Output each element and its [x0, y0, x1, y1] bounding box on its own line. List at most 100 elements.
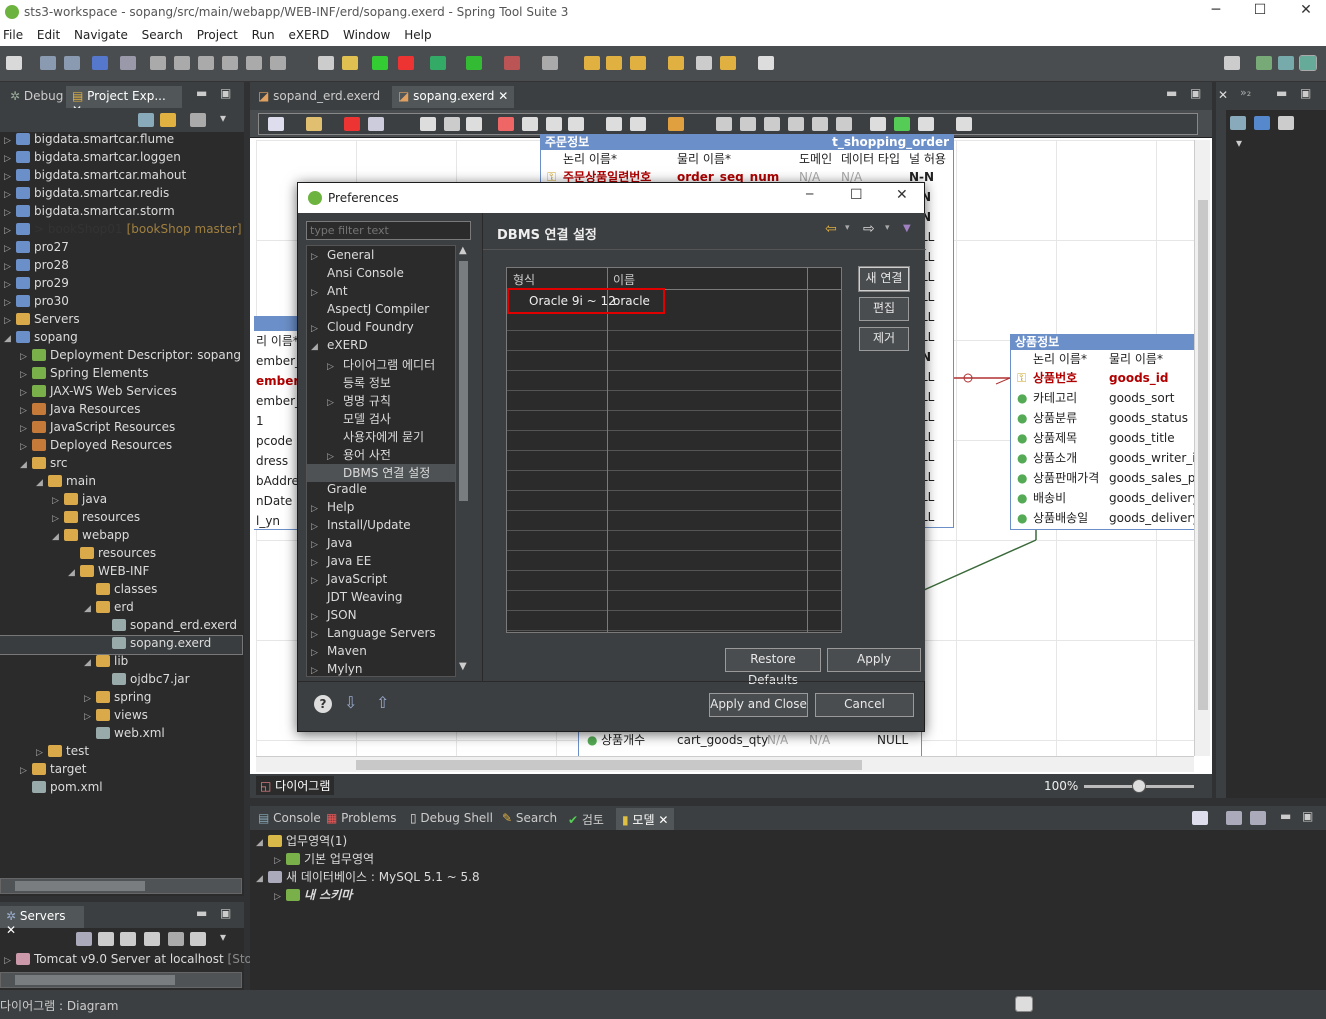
close-button[interactable]: ✕ — [1286, 2, 1326, 22]
editor-vscrollbar[interactable] — [1194, 140, 1210, 756]
print-icon[interactable] — [630, 117, 646, 131]
new-connection-button[interactable]: 새 연결 — [858, 266, 910, 292]
debug-server-icon[interactable] — [98, 932, 114, 946]
scroll-down-icon[interactable]: ▼ — [459, 661, 467, 672]
expand-icon[interactable]: ▷ — [274, 856, 286, 866]
expand-icon[interactable]: ▷ — [52, 496, 64, 506]
expand-icon[interactable]: ▷ — [4, 208, 16, 218]
minimize-button[interactable]: ─ — [1196, 2, 1236, 22]
tab-project-explorer[interactable]: ▤ Project Exp... ✕ — [66, 86, 182, 117]
expand-icon[interactable]: ▷ — [327, 362, 339, 372]
scroll-thumb[interactable] — [15, 881, 145, 891]
skip-breakpoints-icon[interactable] — [120, 56, 136, 70]
pref-tree-item[interactable]: 사용자에게 묻기 — [307, 428, 455, 446]
menu-edit[interactable]: Edit — [34, 26, 67, 42]
tree-item[interactable]: ▷ bigdata.smartcar.redis — [0, 186, 242, 204]
pref-tree-item[interactable]: AspectJ Compiler — [307, 302, 455, 320]
new-icon[interactable] — [6, 56, 22, 70]
expand-icon[interactable]: ▷ — [311, 252, 323, 262]
expand-icon[interactable]: ▷ — [311, 648, 323, 658]
spring-perspective-icon[interactable] — [1299, 55, 1317, 71]
validate-icon[interactable] — [894, 117, 910, 131]
tab-debug-shell[interactable]: ▯ Debug Shell — [404, 808, 499, 830]
align-right-icon[interactable] — [764, 117, 780, 131]
forward-icon[interactable] — [758, 56, 774, 70]
tree-item[interactable]: ▷ bigdata.smartcar.loggen — [0, 150, 242, 168]
expand-icon[interactable]: ▷ — [4, 172, 16, 182]
debug-view-icon[interactable] — [92, 56, 108, 70]
chevron-down-icon[interactable]: ▾ — [845, 223, 850, 233]
pref-tree-item[interactable]: ▷ Ant — [307, 284, 455, 302]
expand-icon[interactable]: ▷ — [20, 406, 32, 416]
settings-icon[interactable] — [956, 117, 972, 131]
menu-help[interactable]: Help — [401, 26, 438, 42]
select-icon[interactable] — [420, 117, 436, 131]
tree-item[interactable]: ◢ webapp — [0, 528, 242, 546]
tree-item[interactable]: ◢ WEB-INF — [0, 564, 242, 582]
tree-item[interactable]: ▷ bigdata.smartcar.mahout — [0, 168, 242, 186]
expand-icon[interactable]: ▷ — [311, 612, 323, 622]
relation2-icon[interactable] — [546, 117, 562, 131]
menu-project[interactable]: Project — [194, 26, 245, 42]
expand-icon[interactable]: ▷ — [20, 370, 32, 380]
collapse-icon[interactable]: ◢ — [36, 478, 48, 488]
expand-icon[interactable]: ▷ — [84, 694, 96, 704]
scroll-up-icon[interactable]: ▲ — [459, 245, 467, 256]
expand-icon[interactable]: ▷ — [4, 298, 16, 308]
menu-run[interactable]: Run — [249, 26, 282, 42]
tree-item[interactable]: ▷ bigdata.smartcar.storm — [0, 204, 242, 222]
save-all-icon[interactable] — [64, 56, 80, 70]
export-icon[interactable] — [918, 117, 934, 131]
close-icon[interactable]: ✕ — [498, 89, 508, 103]
maximize-view-icon[interactable]: ▣ — [220, 86, 231, 100]
pref-tree-item[interactable]: ▷ Cloud Foundry — [307, 320, 455, 338]
minimize-view-icon[interactable]: ▬ — [1280, 809, 1291, 823]
run-icon[interactable] — [466, 56, 482, 70]
expand-icon[interactable]: ▷ — [311, 576, 323, 586]
document-icon[interactable] — [368, 117, 384, 131]
collapse-all-icon[interactable] — [138, 113, 154, 127]
tree-item[interactable]: ▷ pro28 — [0, 258, 242, 276]
server-row[interactable]: ▷ Tomcat v9.0 Server at localhost [Sto — [0, 952, 252, 970]
minimize-view-icon[interactable]: ▬ — [1276, 86, 1287, 100]
step-into-icon[interactable] — [222, 56, 238, 70]
align-left-icon[interactable] — [716, 117, 732, 131]
tree-vscrollbar[interactable]: ▲ ▼ — [455, 245, 471, 677]
tree-item[interactable]: ▷ pro27 — [0, 240, 242, 258]
folder-icon[interactable] — [306, 117, 322, 131]
expand-icon[interactable]: ▷ — [52, 514, 64, 524]
step-over-icon[interactable] — [246, 56, 262, 70]
new-class-icon[interactable] — [606, 56, 622, 70]
tab-debug[interactable]: ✲ Debug — [4, 86, 69, 108]
explorer-hscrollbar[interactable] — [0, 878, 242, 894]
pref-tree-item[interactable]: ▷ 용어 사전 — [307, 446, 455, 464]
servers-hscrollbar[interactable] — [0, 972, 242, 988]
pref-tree-item[interactable]: 등록 정보 — [307, 374, 455, 392]
collapse-icon[interactable]: ◢ — [52, 532, 64, 542]
tab-diagram[interactable]: ◱ 다이어그램 — [256, 776, 335, 795]
tree-view-icon[interactable] — [1278, 116, 1294, 130]
boot-icon[interactable] — [342, 56, 358, 70]
perspective-icon[interactable] — [1256, 56, 1272, 70]
pref-tree-item[interactable]: ▷ 명명 규칙 — [307, 392, 455, 410]
tree-item[interactable]: ▷ > bookShop01 [bookShop master] — [0, 222, 242, 240]
tab-search[interactable]: ✎ Search — [496, 808, 563, 830]
tab-review[interactable]: ✔ 검토 — [562, 808, 610, 830]
search-icon[interactable] — [668, 56, 684, 70]
export-icon[interactable]: ⇧ — [376, 693, 389, 712]
table-icon[interactable] — [344, 117, 360, 131]
pref-tree-item[interactable]: ▷ Language Servers — [307, 626, 455, 644]
align-bottom-icon[interactable] — [836, 117, 852, 131]
collapse-icon[interactable]: ◢ — [311, 342, 323, 352]
stop-icon[interactable] — [504, 56, 520, 70]
tree-item[interactable]: ◢ src — [0, 456, 242, 474]
minimize-button[interactable]: ─ — [806, 187, 813, 201]
collapse-icon[interactable] — [1226, 811, 1242, 825]
pref-tree-item[interactable]: Gradle — [307, 482, 455, 500]
tab-sopand-erd[interactable]: ◪ sopand_erd.exerd — [252, 86, 386, 108]
expand-icon[interactable]: ▷ — [311, 630, 323, 640]
expand-icon[interactable]: ▷ — [327, 398, 339, 408]
model-tree-item[interactable]: ▷ 기본 업무영역 — [250, 850, 850, 868]
hand-icon[interactable] — [444, 117, 460, 131]
pref-tree-item[interactable]: ▷ Help — [307, 500, 455, 518]
